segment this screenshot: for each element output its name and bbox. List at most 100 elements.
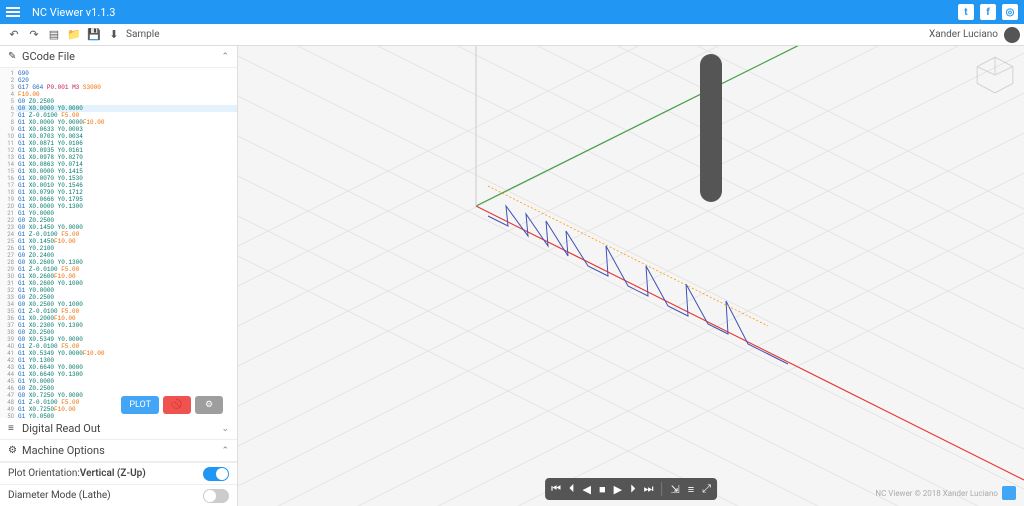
- gcode-line[interactable]: G1 Z-0.0100 F5.00: [16, 343, 237, 350]
- gcode-line[interactable]: G0 X0.1450 Y0.0000: [16, 224, 237, 231]
- undo-button[interactable]: ↶: [4, 26, 24, 44]
- orientation-switch[interactable]: [203, 467, 229, 481]
- gcode-line[interactable]: G1 X0.0978 Y0.0270: [16, 154, 237, 161]
- file-name: Sample: [126, 29, 160, 40]
- gcode-line[interactable]: G1 X0.0000 Y0.1300: [16, 203, 237, 210]
- logo-icon: [1002, 486, 1016, 500]
- expand-button[interactable]: ⤢: [702, 482, 711, 496]
- gcode-line[interactable]: G0 Z0.2500: [16, 329, 237, 336]
- gcode-line[interactable]: G1 X0.2600 Y0.1000: [16, 280, 237, 287]
- skip-end-button[interactable]: ⏭: [644, 482, 654, 496]
- panel-machine-header[interactable]: ⚙ Machine Options ⌃: [0, 440, 237, 462]
- save-button[interactable]: 💾: [84, 26, 104, 44]
- align-button[interactable]: ≡: [688, 483, 694, 496]
- gcode-line[interactable]: G1 X0.0000 Y0.0000F10.00: [16, 119, 237, 126]
- gcode-line[interactable]: G0 Z0.2500: [16, 217, 237, 224]
- gcode-line[interactable]: G1 X0.0871 Y0.0106: [16, 140, 237, 147]
- playback-bar: ⏮ ⏴ ◀ ■ ▶ ⏵ ⏭ ⇲ ≡ ⤢: [545, 478, 717, 500]
- gcode-line[interactable]: G1 Y0.0000: [16, 378, 237, 385]
- facebook-icon[interactable]: f: [980, 4, 996, 20]
- play-back-button[interactable]: ◀: [582, 483, 590, 496]
- copyright: NC Viewer © 2018 Xander Luciano: [875, 486, 1016, 500]
- gcode-line[interactable]: G1 Y0.0000: [16, 287, 237, 294]
- gcode-line[interactable]: G1 X0.0863 Y0.0714: [16, 161, 237, 168]
- gcode-line[interactable]: G0 Z0.2500: [16, 385, 237, 392]
- app-title: NC Viewer v1.1.3: [32, 6, 115, 19]
- gcode-line[interactable]: G1 X0.5349 Y0.0000F10.00: [16, 350, 237, 357]
- skip-start-button[interactable]: ⏮: [551, 482, 561, 496]
- gcode-line[interactable]: G1 Y0.2100: [16, 245, 237, 252]
- redo-button[interactable]: ↷: [24, 26, 44, 44]
- twitter-icon[interactable]: t: [958, 4, 974, 20]
- panel-gcode-header[interactable]: ✎ GCode File ⌃: [0, 46, 237, 68]
- panel-dro-title: Digital Read Out: [22, 422, 101, 435]
- plot-button[interactable]: PLOT: [121, 396, 159, 414]
- gcode-line[interactable]: G0 Z0.2500: [16, 98, 237, 105]
- avatar[interactable]: [1004, 27, 1020, 43]
- viewport-3d[interactable]: ⏮ ⏴ ◀ ■ ▶ ⏵ ⏭ ⇲ ≡ ⤢ NC Viewer © 2018 Xan…: [238, 46, 1024, 506]
- gcode-line[interactable]: G1 X0.6640 Y0.1300: [16, 371, 237, 378]
- gcode-line[interactable]: G0 X0.5349 Y0.0000: [16, 336, 237, 343]
- view-cube[interactable]: [974, 54, 1016, 96]
- step-fwd-button[interactable]: ⏵: [630, 482, 636, 496]
- diameter-switch[interactable]: [203, 489, 229, 503]
- option-diameter: Diameter Mode (Lathe): [0, 484, 237, 506]
- chevron-up-icon: ⌃: [221, 446, 229, 456]
- gcode-line[interactable]: G1 X0.0935 Y0.0161: [16, 147, 237, 154]
- gcode-line[interactable]: G1 X0.2000F10.00: [16, 315, 237, 322]
- gcode-line[interactable]: G1 Y0.0000: [16, 210, 237, 217]
- instagram-icon[interactable]: ◎: [1002, 4, 1018, 20]
- measure-button[interactable]: ⇲: [670, 483, 679, 496]
- gcode-line[interactable]: G0 Z0.2500: [16, 294, 237, 301]
- panel-machine-title: Machine Options: [22, 444, 105, 457]
- gear-icon: ⚙: [8, 445, 22, 456]
- gcode-line[interactable]: F10.00: [16, 91, 237, 98]
- settings-button[interactable]: ⚙: [195, 396, 223, 414]
- gcode-line[interactable]: G1 X0.6640 Y0.0000: [16, 364, 237, 371]
- gcode-line[interactable]: G1 X0.0790 Y0.1712: [16, 189, 237, 196]
- gcode-line[interactable]: G1 X0.0703 Y0.0034: [16, 133, 237, 140]
- gcode-line[interactable]: G1 X0.0000 Y0.1415: [16, 168, 237, 175]
- gcode-line[interactable]: G0 X0.0000 Y0.0000: [16, 105, 237, 112]
- gcode-line[interactable]: G1 X0.0633 Y0.0003: [16, 126, 237, 133]
- panel-dro-header[interactable]: ≡ Digital Read Out ⌄: [0, 418, 237, 440]
- gcode-line[interactable]: G1 X0.0010 Y0.1546: [16, 182, 237, 189]
- gcode-line[interactable]: G1 Z-0.0100 F5.00: [16, 308, 237, 315]
- open-folder-button[interactable]: 📁: [64, 26, 84, 44]
- gcode-line[interactable]: G1 Z-0.0100 F5.00: [16, 112, 237, 119]
- gcode-line[interactable]: G90: [16, 70, 237, 77]
- play-button[interactable]: ▶: [614, 483, 622, 496]
- gcode-line[interactable]: G0 X0.2600 Y0.1300: [16, 259, 237, 266]
- gcode-line[interactable]: G1 X0.0070 Y0.1530: [16, 175, 237, 182]
- chevron-up-icon: ⌃: [221, 52, 229, 62]
- gcode-line[interactable]: G1 X0.0666 Y0.1795: [16, 196, 237, 203]
- gcode-line[interactable]: G1 Z-0.0100 F5.00: [16, 266, 237, 273]
- tool-cylinder: [700, 54, 722, 202]
- gcode-line[interactable]: G1 Z-0.0100 F5.00: [16, 231, 237, 238]
- gcode-line[interactable]: G1 X0.1450F10.00: [16, 238, 237, 245]
- gcode-line[interactable]: G0 X0.2500 Y0.1000: [16, 301, 237, 308]
- cancel-button[interactable]: 🚫: [163, 396, 191, 414]
- gcode-line[interactable]: G0 Z0.2400: [16, 252, 237, 259]
- gcode-line[interactable]: G20: [16, 77, 237, 84]
- new-file-button[interactable]: ▤: [44, 26, 64, 44]
- chevron-down-icon: ⌄: [221, 424, 229, 434]
- download-button[interactable]: ⬇: [104, 26, 124, 44]
- panel-gcode-title: GCode File: [22, 50, 75, 63]
- gcode-line[interactable]: G1 Y0.1300: [16, 357, 237, 364]
- orientation-label: Plot Orientation:: [8, 468, 80, 479]
- diameter-label: Diameter Mode (Lathe): [8, 490, 111, 501]
- gcode-line[interactable]: G1 X0.2300 Y0.1300: [16, 322, 237, 329]
- user-name[interactable]: Xander Luciano: [929, 29, 998, 40]
- stop-button[interactable]: ■: [599, 483, 606, 496]
- gcode-line[interactable]: G1 X0.2600F10.00: [16, 273, 237, 280]
- option-orientation: Plot Orientation: Vertical (Z-Up): [0, 462, 237, 484]
- list-icon: ≡: [8, 423, 22, 434]
- step-back-button[interactable]: ⏴: [569, 482, 575, 496]
- gcode-editor[interactable]: 1234567891011121314151617181920212223242…: [0, 68, 237, 418]
- gcode-line[interactable]: G17 G64 P0.001 M3 S3000: [16, 84, 237, 91]
- toolpath: [488, 206, 788, 364]
- orientation-value: Vertical (Z-Up): [80, 468, 146, 479]
- edit-icon: ✎: [8, 51, 22, 62]
- menu-button[interactable]: [6, 7, 24, 17]
